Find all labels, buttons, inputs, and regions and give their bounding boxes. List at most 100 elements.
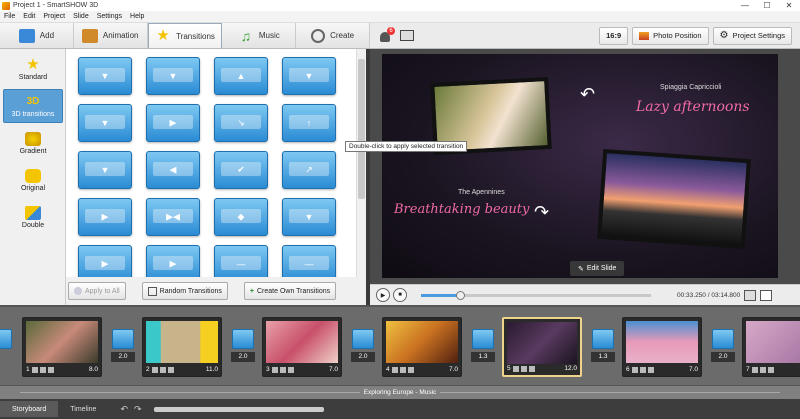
storyboard-slide[interactable]: 4 7.0 bbox=[382, 317, 462, 377]
transition-tile[interactable]: ▶ bbox=[78, 245, 132, 277]
edit-slide-icon[interactable] bbox=[31, 366, 38, 373]
play-button[interactable]: ▶ bbox=[376, 288, 390, 302]
transition-tile[interactable]: ▼ bbox=[146, 57, 200, 95]
edit-slide-icon[interactable] bbox=[391, 366, 398, 373]
transition-tile[interactable]: ↑ bbox=[282, 104, 336, 142]
transition-tile[interactable]: ▲ bbox=[214, 57, 268, 95]
menu-help[interactable]: Help bbox=[126, 13, 148, 20]
zoom-slide-icon[interactable] bbox=[520, 365, 527, 372]
zoom-slide-icon[interactable] bbox=[39, 366, 46, 373]
transition-tile[interactable]: ▼ bbox=[78, 151, 132, 189]
zoom-slide-icon[interactable] bbox=[279, 366, 286, 373]
tab-music[interactable]: ♫ Music bbox=[222, 23, 297, 48]
transition-tile[interactable]: ◆ bbox=[214, 198, 268, 236]
storyboard-transition[interactable]: 2.0 bbox=[350, 329, 376, 369]
category-standard[interactable]: ★ Standard bbox=[3, 52, 63, 86]
slide-preview[interactable]: Spiaggia Capriccioli Lazy afternoons The… bbox=[382, 54, 778, 278]
storyboard-transition[interactable]: 2.0 bbox=[110, 329, 136, 369]
zoom-slide-icon[interactable] bbox=[639, 366, 646, 373]
storyboard-slide[interactable]: 1 8.0 bbox=[22, 317, 102, 377]
project-settings-button[interactable]: ⚙ Project Settings bbox=[712, 26, 792, 45]
audio-slide-icon[interactable] bbox=[647, 366, 654, 373]
zoom-slide-icon[interactable] bbox=[759, 366, 766, 373]
audio-slide-icon[interactable] bbox=[47, 366, 54, 373]
apply-to-all-button[interactable]: Apply to All bbox=[68, 282, 126, 300]
playback-slider[interactable] bbox=[421, 290, 651, 300]
transition-tile[interactable]: ◀ bbox=[146, 151, 200, 189]
transition-tile[interactable]: ↗ bbox=[282, 151, 336, 189]
aspect-ratio-button[interactable]: 16:9 bbox=[599, 26, 629, 45]
stop-button[interactable]: ■ bbox=[393, 288, 407, 302]
redo-icon[interactable]: ↷ bbox=[134, 404, 142, 415]
audio-slide-icon[interactable] bbox=[528, 365, 535, 372]
transition-tile[interactable]: ▼ bbox=[282, 198, 336, 236]
photo-position-button[interactable]: Photo Position bbox=[632, 26, 709, 45]
storyboard-slide[interactable]: 6 7.0 bbox=[622, 317, 702, 377]
notification-bell[interactable]: 6 bbox=[378, 26, 395, 43]
transition-tile[interactable]: ▼ bbox=[78, 104, 132, 142]
menu-slide[interactable]: Slide bbox=[69, 13, 93, 20]
tab-transitions[interactable]: ★ Transitions bbox=[147, 23, 223, 48]
storyboard-transition[interactable]: 2.0 bbox=[230, 329, 256, 369]
random-transitions-button[interactable]: Random Transitions bbox=[141, 282, 228, 300]
fullscreen-icon[interactable] bbox=[760, 289, 773, 301]
snapshot-icon[interactable] bbox=[744, 289, 757, 301]
storyboard-slide[interactable]: 5 12.0 bbox=[502, 317, 582, 377]
transition-tile[interactable]: ▼ bbox=[78, 57, 132, 95]
edit-slide-icon[interactable] bbox=[751, 366, 758, 373]
category-double[interactable]: Double bbox=[3, 200, 63, 234]
menu-project[interactable]: Project bbox=[39, 13, 69, 20]
close-button[interactable]: ✕ bbox=[778, 0, 800, 11]
transition-tile[interactable]: ▼ bbox=[282, 57, 336, 95]
audio-slide-icon[interactable] bbox=[407, 366, 414, 373]
playback-knob[interactable] bbox=[456, 290, 466, 300]
transition-tile[interactable]: ▶ bbox=[78, 198, 132, 236]
category-original[interactable]: Original bbox=[3, 163, 63, 197]
edit-slide-icon[interactable] bbox=[631, 366, 638, 373]
transition-tile[interactable]: ✔ bbox=[214, 151, 268, 189]
transition-tile[interactable]: ▶ bbox=[146, 245, 200, 277]
tab-add[interactable]: Add bbox=[0, 23, 74, 48]
gallery-scrollbar[interactable] bbox=[356, 49, 366, 277]
tab-animation[interactable]: Animation bbox=[73, 23, 148, 48]
undo-icon[interactable]: ↶ bbox=[120, 404, 128, 415]
storyboard-slide[interactable]: 3 7.0 bbox=[262, 317, 342, 377]
category-3d-transitions[interactable]: 3D 3D transitions bbox=[3, 89, 63, 123]
zoom-slide-icon[interactable] bbox=[399, 366, 406, 373]
audio-slide-icon[interactable] bbox=[167, 366, 174, 373]
edit-slide-icon[interactable] bbox=[151, 366, 158, 373]
tab-create[interactable]: Create bbox=[296, 23, 370, 48]
audio-slide-icon[interactable] bbox=[287, 366, 294, 373]
category-gradient[interactable]: Gradient bbox=[3, 126, 63, 160]
create-own-transitions-button[interactable]: + Create Own Transitions bbox=[243, 282, 337, 300]
slide-meta: 3 7.0 bbox=[266, 365, 338, 374]
transition-tile[interactable]: ▶ bbox=[146, 104, 200, 142]
music-track[interactable]: Exploring Europe - Music bbox=[0, 385, 800, 399]
storyboard-transition[interactable] bbox=[0, 329, 14, 369]
storyboard-transition[interactable]: 2.0 bbox=[710, 329, 736, 369]
scrollbar-thumb[interactable] bbox=[358, 59, 365, 199]
transition-tile[interactable]: — bbox=[282, 245, 336, 277]
tab-storyboard[interactable]: Storyboard bbox=[0, 401, 59, 417]
zoom-slider-thumb[interactable] bbox=[153, 406, 324, 412]
menu-file[interactable]: File bbox=[0, 13, 19, 20]
tab-timeline[interactable]: Timeline bbox=[58, 401, 108, 417]
transition-tile[interactable]: ↘ bbox=[214, 104, 268, 142]
transition-tile[interactable]: — bbox=[214, 245, 268, 277]
edit-slide-button[interactable]: ✎ Edit Slide bbox=[570, 261, 625, 276]
storyboard-transition[interactable]: 1.3 bbox=[470, 329, 496, 369]
menu-settings[interactable]: Settings bbox=[93, 13, 126, 20]
edit-slide-icon[interactable] bbox=[271, 366, 278, 373]
storyboard-transition[interactable]: 1.3 bbox=[590, 329, 616, 369]
zoom-slide-icon[interactable] bbox=[159, 366, 166, 373]
menu-edit[interactable]: Edit bbox=[19, 13, 39, 20]
zoom-slider[interactable] bbox=[153, 406, 324, 412]
edit-slide-icon[interactable] bbox=[512, 365, 519, 372]
storyboard-slide[interactable]: 7 bbox=[742, 317, 800, 377]
gallery-icon[interactable] bbox=[400, 30, 414, 41]
transition-tile[interactable]: ▶◀ bbox=[146, 198, 200, 236]
audio-slide-icon[interactable] bbox=[767, 366, 774, 373]
storyboard-slide[interactable]: 2 11.0 bbox=[142, 317, 222, 377]
minimize-button[interactable]: — bbox=[734, 0, 756, 11]
maximize-button[interactable]: ☐ bbox=[756, 0, 778, 11]
